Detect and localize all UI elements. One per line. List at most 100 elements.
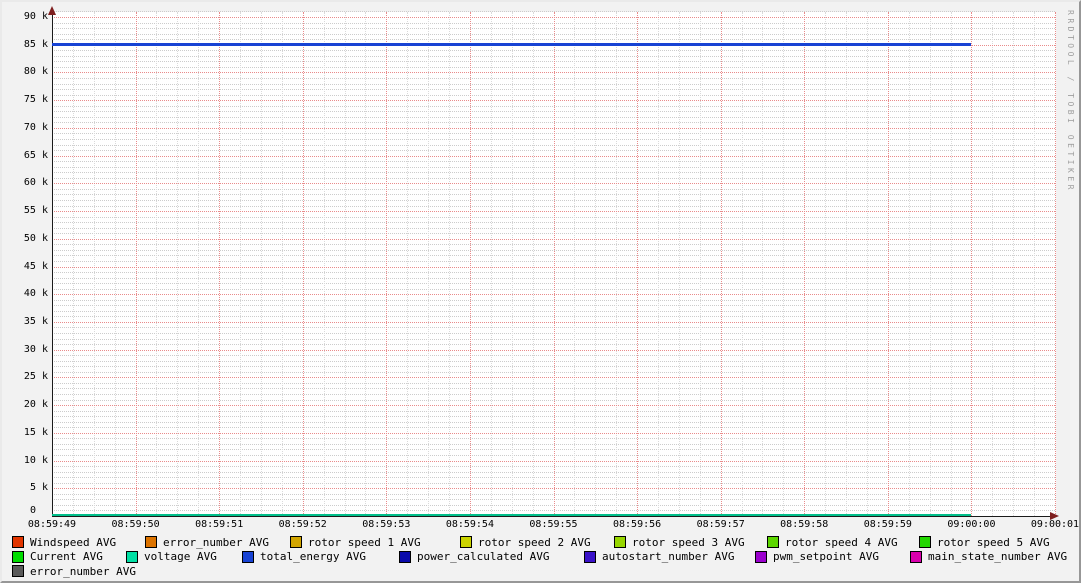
gridline-major-v [887, 12, 889, 516]
x-tick-label: 08:59:53 [362, 519, 411, 530]
y-tick-label: 60 k [23, 177, 48, 189]
legend-item: total_energy AVG [242, 550, 366, 563]
gridline-minor-v [177, 12, 179, 516]
gridline-minor-v [908, 12, 910, 516]
plot-area [53, 12, 1056, 516]
legend-label: error_number AVG [30, 564, 136, 578]
legend-item: rotor speed 1 AVG [290, 536, 421, 549]
legend-item: rotor speed 3 AVG [614, 536, 745, 549]
gridline-minor-v [992, 12, 994, 516]
gridline-minor-v [407, 12, 409, 516]
series-line-voltage-avg [52, 513, 972, 516]
gridline-minor-v [616, 12, 618, 516]
legend-label: main_state_number AVG [928, 550, 1068, 563]
gridline-minor-v [678, 12, 680, 516]
gridline-minor-v [657, 12, 659, 516]
gridline-minor-v [323, 12, 325, 516]
gridline-minor-v [699, 12, 701, 516]
gridline-minor-v [846, 12, 848, 516]
x-tick-label: 08:59:59 [863, 519, 912, 530]
y-axis [52, 10, 53, 517]
gridline-major-v [971, 12, 973, 516]
legend-item: power_calculated AVG [399, 550, 550, 563]
gridline-minor-v [260, 12, 262, 516]
x-axis [52, 516, 1050, 517]
legend-label: error_number AVG [163, 535, 269, 549]
gridline-minor-v [511, 12, 513, 516]
legend-item: Windspeed AVG [12, 535, 117, 549]
legend-label: rotor speed 4 AVG [785, 535, 898, 549]
y-tick-label: 55 k [23, 205, 48, 217]
legend-swatch [145, 536, 157, 548]
y-tick-label: 80 k [23, 66, 48, 78]
x-tick-label: 09:00:00 [947, 519, 996, 530]
legend-swatch [767, 536, 779, 548]
legend-swatch [242, 550, 254, 563]
gridline-minor-v [929, 12, 931, 516]
legend-item: autostart_number AVG [584, 550, 734, 563]
gridline-minor-v [741, 12, 743, 516]
legend-item: pwm_setpoint AVG [755, 550, 879, 563]
legend-swatch [755, 550, 767, 563]
gridline-major-v [219, 12, 221, 516]
y-tick-label: 40 k [23, 288, 48, 300]
legend-item: rotor speed 5 AVG [919, 535, 1050, 549]
gridline-major-v [720, 12, 722, 516]
gridline-major-v [302, 12, 304, 516]
legend-item: error_number AVG [12, 564, 136, 578]
y-tick-label: 10 k [23, 454, 48, 466]
gridline-minor-v [574, 12, 576, 516]
legend-swatch [12, 550, 24, 563]
y-tick-label: 70 k [23, 121, 48, 133]
legend-swatch [614, 536, 626, 548]
legend-item: rotor speed 2 AVG [460, 536, 591, 549]
legend-label: pwm_setpoint AVG [773, 550, 879, 563]
legend-swatch [12, 536, 24, 548]
y-tick-label: 45 k [23, 260, 48, 272]
gridline-major-v [1055, 12, 1056, 516]
legend-label: voltage AVG [144, 550, 217, 563]
y-tick-label: 0 [29, 505, 36, 516]
legend-swatch [290, 536, 302, 548]
legend-item: main_state_number AVG [910, 550, 1068, 563]
legend-item: error_number AVG [145, 535, 269, 549]
legend-item: voltage AVG [126, 550, 217, 563]
legend-label: power_calculated AVG [417, 550, 550, 563]
x-tick-label: 08:59:54 [445, 519, 494, 530]
y-tick-label: 5 k [29, 482, 48, 494]
gridline-minor-v [1034, 12, 1036, 516]
y-tick-label: 25 k [23, 371, 48, 383]
legend-label: rotor speed 5 AVG [937, 535, 1050, 549]
gridline-minor-v [72, 12, 74, 516]
y-tick-label: 90 k [23, 11, 48, 22]
gridline-major-v [804, 12, 806, 516]
y-tick-label: 30 k [23, 343, 48, 355]
legend-swatch [126, 550, 138, 563]
legend-swatch [910, 550, 922, 563]
x-tick-label: 08:59:56 [612, 519, 662, 530]
y-axis-arrow [48, 6, 56, 15]
x-tick-label: 08:59:57 [696, 519, 745, 530]
gridline-minor-v [1013, 12, 1015, 516]
gridline-major-v [386, 12, 388, 516]
gridline-major-v [135, 12, 137, 516]
gridline-minor-v [449, 12, 451, 516]
x-tick-label: 08:59:51 [195, 519, 244, 530]
series-line-total_energy-avg [52, 43, 972, 47]
gridline-minor-v [950, 12, 952, 516]
legend-label: Windspeed AVG [30, 535, 117, 549]
gridline-minor-v [240, 12, 242, 516]
gridline-minor-v [595, 12, 597, 516]
gridline-minor-v [156, 12, 158, 516]
legend-swatch [460, 536, 472, 548]
gridline-minor-v [866, 12, 868, 516]
gridline-major-v [553, 12, 555, 516]
x-tick-label: 09:00:01 [1030, 519, 1080, 530]
gridline-minor-v [114, 12, 116, 516]
legend-swatch [584, 550, 596, 563]
x-tick-label: 08:59:58 [780, 519, 829, 530]
y-tick-label: 65 k [23, 149, 48, 161]
gridline-minor-v [825, 12, 827, 516]
gridline-minor-v [198, 12, 200, 516]
legend-label: Current AVG [30, 550, 103, 563]
